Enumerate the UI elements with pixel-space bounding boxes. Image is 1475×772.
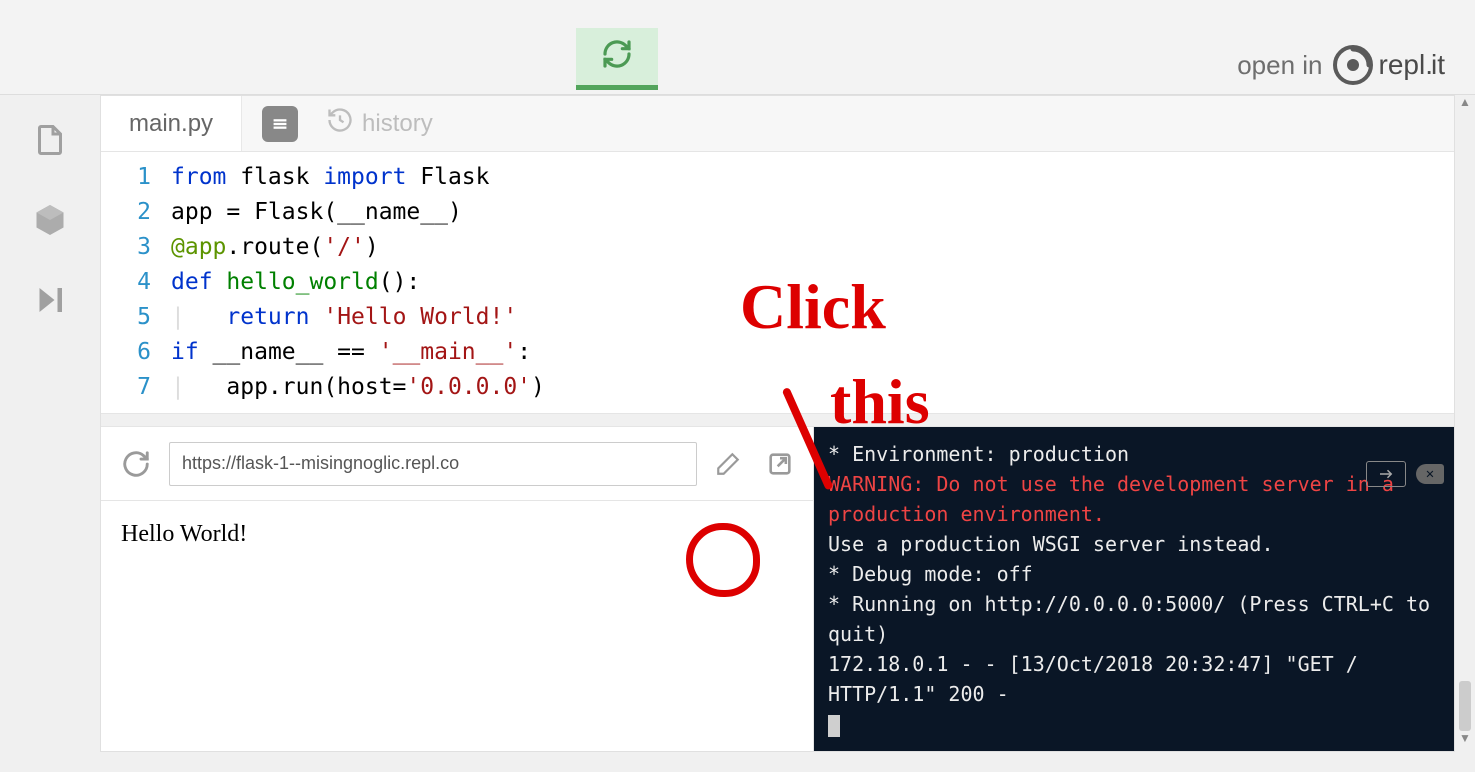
run-next-icon[interactable] [30,280,70,320]
line-number: 2 [101,195,171,230]
sidebar [0,95,100,772]
code-content: from flask import Flask [171,160,490,195]
code-line[interactable]: 1from flask import Flask [101,160,1454,195]
horizontal-splitter[interactable] [101,413,1454,427]
line-number: 3 [101,230,171,265]
preview-content: Hello World! [101,501,813,751]
topbar: open in repl.it [0,0,1475,95]
code-line[interactable]: 6if __name__ == '__main__': [101,335,1454,370]
console-controls: ✕ [1366,461,1444,487]
code-line[interactable]: 2app = Flask(__name__) [101,195,1454,230]
packages-icon[interactable] [30,200,70,240]
brand-name: repl [1379,49,1426,80]
code-content: def hello_world(): [171,265,420,300]
code-content: @app.route('/') [171,230,379,265]
console-line: * Running on http://0.0.0.0:5000/ (Press… [828,589,1440,649]
console-line: Use a production WSGI server instead. [828,529,1440,559]
files-icon[interactable] [30,120,70,160]
console-expand-icon[interactable] [1366,461,1406,487]
edit-url-icon[interactable] [713,449,743,479]
open-in-replit-link[interactable]: open in repl.it [1237,45,1445,85]
code-content: app = Flask(__name__) [171,195,462,230]
line-number: 7 [101,370,171,405]
console-line: * Debug mode: off [828,559,1440,589]
line-number: 4 [101,265,171,300]
code-editor[interactable]: 1from flask import Flask2app = Flask(__n… [101,152,1454,413]
run-button[interactable] [576,28,658,90]
code-line[interactable]: 3@app.route('/') [101,230,1454,265]
scroll-down-arrow-icon[interactable]: ▼ [1459,731,1471,745]
tab-menu-button[interactable] [262,106,298,142]
console-line: 172.18.0.1 - - [13/Oct/2018 20:32:47] "G… [828,649,1440,709]
scrollbar-vertical[interactable]: ▲ ▼ [1457,95,1473,745]
line-number: 6 [101,335,171,370]
scroll-up-arrow-icon[interactable]: ▲ [1459,95,1471,109]
tab-main-py[interactable]: main.py [101,96,242,151]
preview-text: Hello World! [121,521,247,547]
code-line[interactable]: 4def hello_world(): [101,265,1454,300]
scroll-thumb[interactable] [1459,681,1471,731]
reload-icon[interactable] [119,447,153,481]
console-close-icon[interactable]: ✕ [1416,464,1444,484]
replit-logo: repl.it [1333,45,1445,85]
tab-actions: history [242,96,433,151]
tab-bar: main.py history [101,96,1454,152]
console-panel[interactable]: ✕ * Environment: production WARNING: Do … [814,427,1454,751]
console-line: WARNING: Do not use the development serv… [828,469,1440,529]
preview-urlbar [101,427,813,501]
refresh-icon [601,38,633,75]
line-number: 5 [101,300,171,335]
bottom-panels: Hello World! ✕ * Environment: production… [101,427,1454,751]
history-button[interactable]: history [326,106,433,141]
history-icon [326,106,354,141]
brand-suffix: it [1431,49,1445,80]
code-line[interactable]: 7| app.run(host='0.0.0.0') [101,370,1454,405]
main-area: main.py history 1from flask import Flask… [100,95,1455,752]
history-label: history [362,110,433,138]
url-input[interactable] [169,442,697,486]
console-line: * Environment: production [828,439,1440,469]
code-content: if __name__ == '__main__': [171,335,531,370]
code-line[interactable]: 5| return 'Hello World!' [101,300,1454,335]
preview-panel: Hello World! [101,427,814,751]
open-in-label: open in [1237,50,1322,81]
console-cursor [828,709,1440,739]
open-new-tab-icon[interactable] [765,449,795,479]
line-number: 1 [101,160,171,195]
code-content: | return 'Hello World!' [171,300,517,335]
tab-filename: main.py [129,110,213,138]
code-content: | app.run(host='0.0.0.0') [171,370,545,405]
